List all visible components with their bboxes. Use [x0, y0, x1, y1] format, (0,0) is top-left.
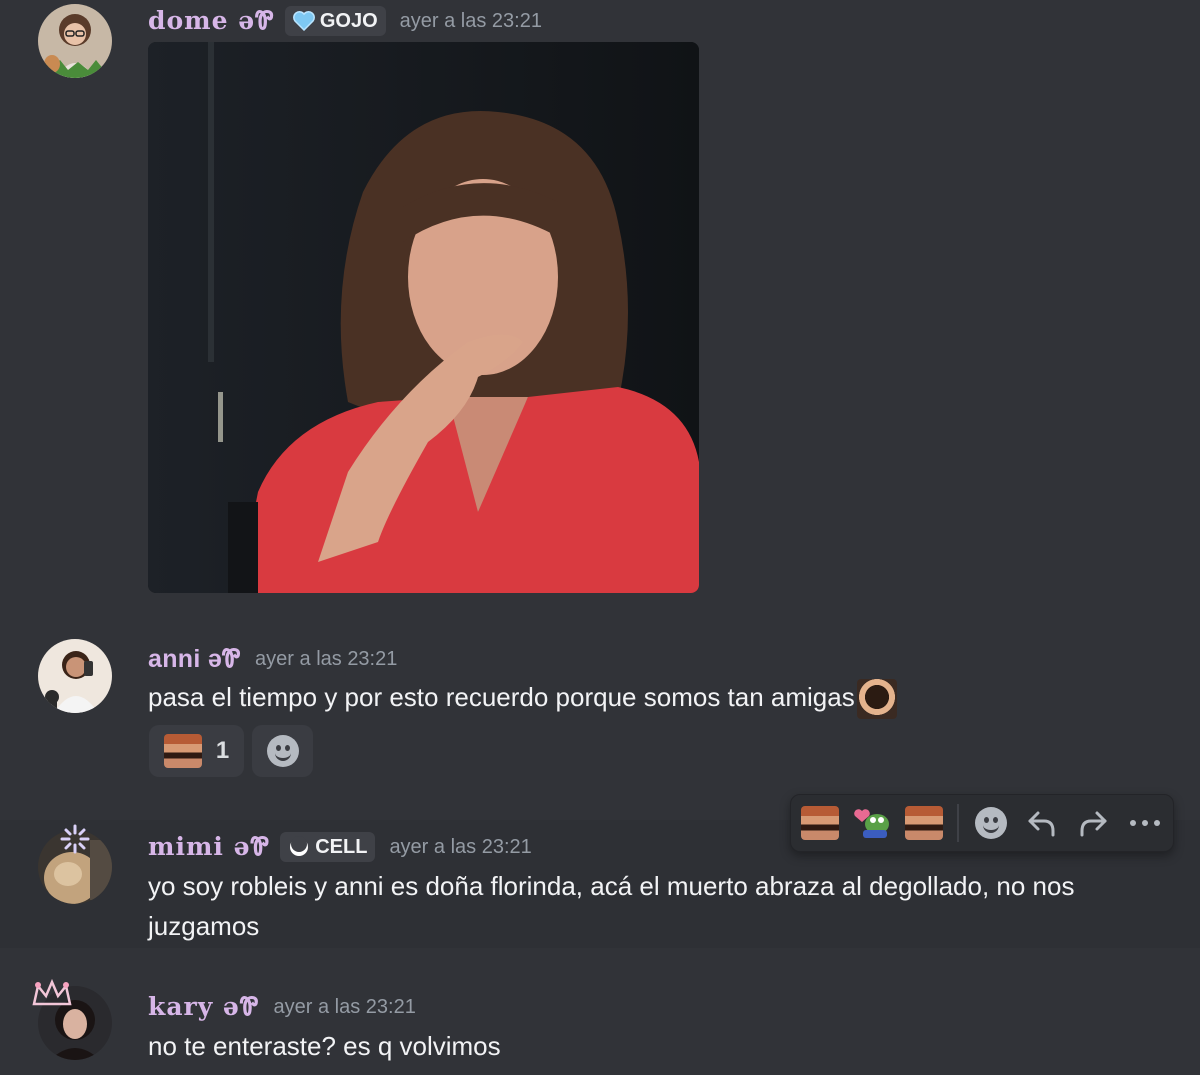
quick-reaction-button[interactable]	[905, 804, 943, 842]
message-content-line-1: yo soy robleis y anni es doña florinda, …	[148, 871, 1075, 901]
message-kary: kary əᏈ ayer a las 23:21 no te enteraste…	[0, 978, 1200, 1075]
add-reaction-button[interactable]	[973, 804, 1010, 842]
timestamp[interactable]: ayer a las 23:21	[255, 648, 397, 671]
gif-image[interactable]	[148, 42, 699, 593]
more-icon	[1129, 820, 1160, 826]
crown-decoration-icon	[32, 978, 72, 1006]
reply-icon	[1028, 811, 1055, 837]
username[interactable]: anni əᏈ	[148, 645, 241, 674]
avatar[interactable]	[38, 4, 112, 78]
add-reaction-icon	[266, 735, 299, 767]
username[interactable]: dome əᏈ	[148, 6, 275, 36]
laughing-man-emoji[interactable]	[856, 679, 897, 720]
timestamp[interactable]: ayer a las 23:21	[389, 836, 531, 859]
message-hover-toolbar	[790, 794, 1174, 852]
add-reaction-icon	[975, 807, 1008, 839]
reaction-count: 1	[215, 737, 230, 764]
blue-heart-icon	[292, 11, 315, 31]
timestamp[interactable]: ayer a las 23:21	[274, 996, 416, 1019]
server-tag[interactable]: GOJO	[284, 6, 386, 36]
reaction-button[interactable]: 1	[149, 725, 244, 777]
reply-button[interactable]	[1024, 804, 1061, 842]
laughing-mustache-emoji-2	[905, 806, 943, 840]
message-text: no te enteraste? es q volvimos	[148, 1026, 501, 1066]
timestamp[interactable]: ayer a las 23:21	[400, 10, 542, 33]
username[interactable]: kary əᏈ	[148, 992, 260, 1022]
quick-reaction-button[interactable]	[853, 804, 891, 842]
toolbar-divider	[957, 804, 959, 842]
server-tag-label: CELL	[315, 835, 368, 858]
more-options-button[interactable]	[1126, 804, 1163, 842]
pepe-heart-emoji	[854, 809, 889, 838]
message-text: pasa el tiempo y por esto recuerdo porqu…	[148, 677, 897, 720]
quick-reaction-button[interactable]	[801, 804, 839, 842]
server-tag-label: GOJO	[319, 9, 378, 32]
message-dome: dome əᏈ GOJO ayer a las 23:21	[0, 0, 1200, 600]
message-content-line-2: juzgamos	[148, 911, 260, 941]
forward-icon	[1080, 811, 1107, 837]
message-content: pasa el tiempo y por esto recuerdo porqu…	[148, 682, 855, 712]
server-tag[interactable]: CELL	[280, 832, 376, 862]
message-text: yo soy robleis y anni es doña florinda, …	[148, 866, 1158, 946]
crescent-icon	[290, 836, 309, 856]
sparkle-decoration-icon	[60, 824, 90, 854]
message-content: no te enteraste? es q volvimos	[148, 1031, 501, 1061]
username[interactable]: mimi əᏈ	[148, 832, 270, 862]
add-reaction-button[interactable]	[252, 725, 313, 777]
forward-button[interactable]	[1075, 804, 1112, 842]
laughing-mustache-emoji	[163, 734, 202, 768]
laughing-mustache-emoji	[801, 806, 839, 840]
avatar[interactable]	[38, 639, 112, 713]
